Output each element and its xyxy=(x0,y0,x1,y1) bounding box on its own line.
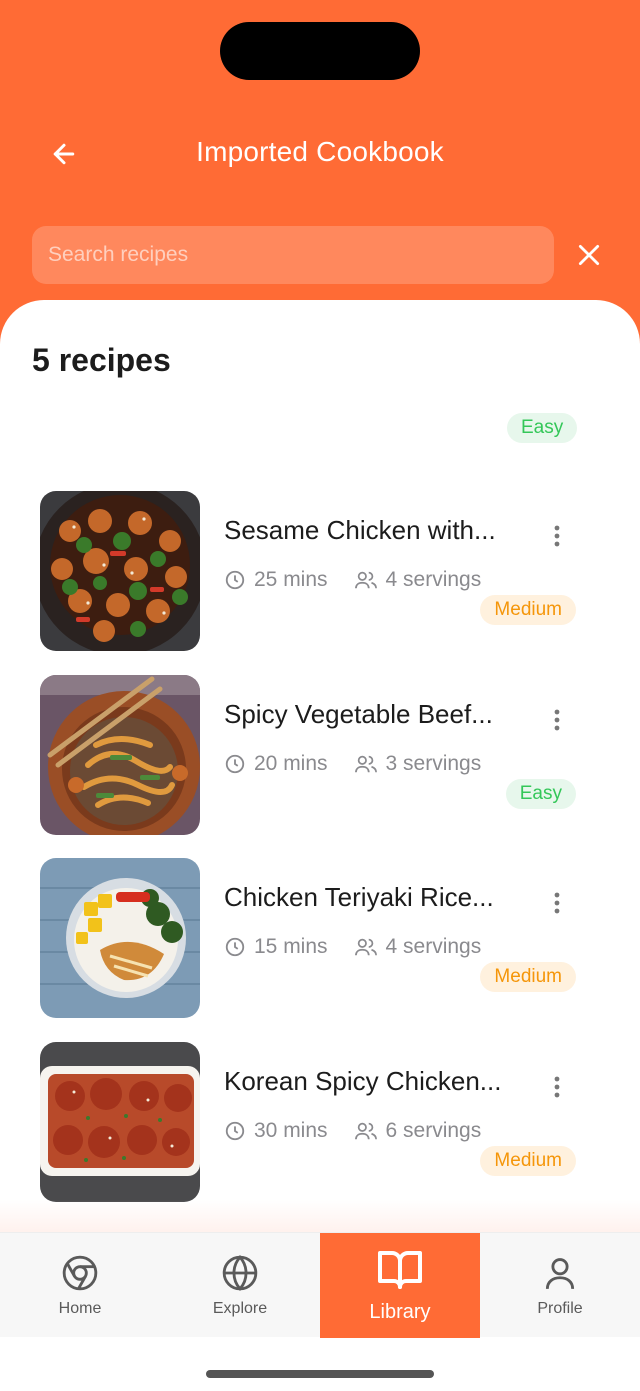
close-icon xyxy=(578,244,600,266)
recipe-title: Chicken Teriyaki Rice... xyxy=(224,882,494,912)
more-options-button[interactable] xyxy=(540,886,574,920)
recipe-card[interactable]: Korean Spicy Chicken... 30 mins 6 servin… xyxy=(40,1042,600,1202)
tab-explore[interactable]: Explore xyxy=(160,1233,320,1338)
more-vertical-icon xyxy=(554,1076,560,1098)
book-open-icon xyxy=(378,1251,422,1289)
recipe-title: Sesame Chicken with... xyxy=(224,515,496,545)
page-title: Imported Cookbook xyxy=(196,136,444,167)
recipe-time: 15 mins xyxy=(254,935,328,958)
clock-icon xyxy=(224,569,246,591)
list-fade xyxy=(0,1200,640,1232)
recipe-image xyxy=(40,1042,200,1202)
clock-icon xyxy=(224,753,246,775)
difficulty-badge: Easy xyxy=(507,413,578,443)
users-icon xyxy=(354,569,378,591)
more-options-button[interactable] xyxy=(540,703,574,737)
recipe-image xyxy=(40,858,200,1018)
users-icon xyxy=(354,1120,378,1142)
tab-label: Library xyxy=(369,1301,431,1323)
difficulty-badge: Medium xyxy=(480,1146,576,1176)
recipe-count: 5 recipes xyxy=(32,342,171,378)
tab-bar: Home Explore Library Profile xyxy=(0,1232,640,1338)
tab-library[interactable]: Library xyxy=(320,1233,480,1338)
recipe-title: Spicy Vegetable Beef... xyxy=(224,699,493,729)
more-vertical-icon xyxy=(554,892,560,914)
recipe-image xyxy=(40,491,200,651)
more-options-button[interactable] xyxy=(540,519,574,553)
recipe-servings: 6 servings xyxy=(385,1119,482,1142)
tab-home[interactable]: Home xyxy=(0,1233,160,1338)
recipe-card[interactable]: Chicken Teriyaki Rice... 15 mins 4 servi… xyxy=(40,858,600,1018)
more-vertical-icon xyxy=(554,525,560,547)
recipe-card[interactable]: Sesame Chicken with... 25 mins 4 serving… xyxy=(40,491,600,651)
tab-label: Profile xyxy=(537,1299,583,1317)
tab-label: Home xyxy=(58,1299,102,1317)
recipe-servings: 4 servings xyxy=(385,935,482,958)
chrome-icon xyxy=(62,1255,98,1290)
user-icon xyxy=(545,1257,575,1289)
clock-icon xyxy=(224,1120,246,1142)
recipe-time: 30 mins xyxy=(254,1119,328,1142)
recipe-time: 25 mins xyxy=(254,568,328,591)
recipe-servings: 4 servings xyxy=(385,568,482,591)
difficulty-badge: Medium xyxy=(480,962,576,992)
more-options-button[interactable] xyxy=(540,1070,574,1104)
users-icon xyxy=(354,753,378,775)
recipe-time: 20 mins xyxy=(254,752,328,775)
dynamic-island xyxy=(220,22,420,80)
difficulty-badge: Medium xyxy=(480,595,576,625)
difficulty-badge: Easy xyxy=(505,779,576,809)
clear-search-button[interactable] xyxy=(566,232,612,278)
home-indicator xyxy=(206,1370,434,1378)
recipe-card[interactable]: Spicy Vegetable Beef... 20 mins 3 servin… xyxy=(40,675,600,835)
search-input[interactable] xyxy=(32,226,554,284)
users-icon xyxy=(354,936,378,958)
recipe-servings: 3 servings xyxy=(385,752,482,775)
tab-label: Explore xyxy=(212,1299,268,1317)
more-vertical-icon xyxy=(554,709,560,731)
clock-icon xyxy=(224,936,246,958)
recipe-title: Korean Spicy Chicken... xyxy=(224,1066,502,1096)
globe-icon xyxy=(222,1254,258,1291)
recipe-image xyxy=(40,675,200,835)
tab-profile[interactable]: Profile xyxy=(480,1233,640,1338)
